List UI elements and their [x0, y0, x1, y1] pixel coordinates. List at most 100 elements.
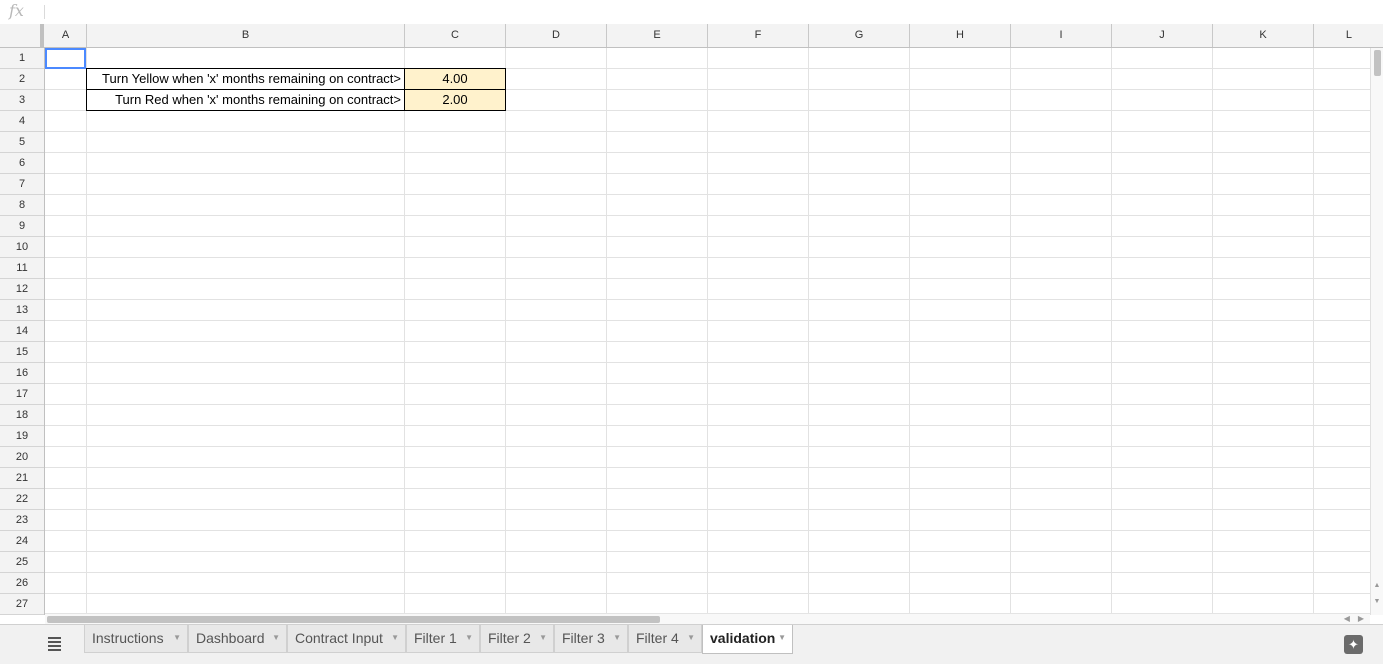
column-header-c[interactable]: C: [405, 24, 506, 47]
caret-down-icon[interactable]: ▼: [272, 625, 280, 651]
selected-cell-a1[interactable]: [45, 48, 86, 69]
formula-bar-divider: [44, 5, 45, 19]
tab-filter-2[interactable]: Filter 2 ▼: [480, 625, 554, 653]
cell-b3[interactable]: Turn Red when 'x' months remaining on co…: [86, 89, 405, 111]
row-header[interactable]: 18: [0, 405, 44, 426]
column-header-k[interactable]: K: [1213, 24, 1314, 47]
scroll-left-icon[interactable]: ◀: [1344, 614, 1350, 623]
scroll-right-icon[interactable]: ▶: [1358, 614, 1364, 623]
grid-line: [45, 173, 1370, 174]
grid-line: [45, 425, 1370, 426]
column-header-g[interactable]: G: [809, 24, 910, 47]
row-header[interactable]: 22: [0, 489, 44, 510]
row-header[interactable]: 11: [0, 258, 44, 279]
cell-grid[interactable]: Turn Yellow when 'x' months remaining on…: [45, 48, 1370, 615]
tab-label: Contract Input: [295, 630, 383, 646]
row-header[interactable]: 21: [0, 468, 44, 489]
horizontal-scrollbar[interactable]: ◀ ▶: [45, 613, 1370, 624]
cell-c3[interactable]: 2.00: [404, 89, 506, 111]
column-header-i[interactable]: I: [1011, 24, 1112, 47]
tab-validation[interactable]: validation ▼: [702, 625, 793, 654]
formula-bar: fx: [0, 0, 1383, 25]
row-header[interactable]: 13: [0, 300, 44, 321]
caret-down-icon[interactable]: ▼: [778, 625, 786, 651]
row-header[interactable]: 12: [0, 279, 44, 300]
tab-filter-4[interactable]: Filter 4 ▼: [628, 625, 702, 653]
row-header[interactable]: 19: [0, 426, 44, 447]
row-header[interactable]: 23: [0, 510, 44, 531]
row-headers: 1 2 3 4 5 6 7 8 9 10 11 12 13 14 15 16 1…: [0, 48, 45, 615]
explore-icon[interactable]: ✦: [1344, 635, 1363, 654]
grid-line: [45, 446, 1370, 447]
all-sheets-icon[interactable]: [46, 635, 64, 653]
column-header-h[interactable]: H: [910, 24, 1011, 47]
row-header[interactable]: 24: [0, 531, 44, 552]
row-header[interactable]: 5: [0, 132, 44, 153]
cell-b2[interactable]: Turn Yellow when 'x' months remaining on…: [86, 68, 405, 90]
caret-down-icon[interactable]: ▼: [391, 625, 399, 651]
vertical-scrollbar[interactable]: ▲ ▼: [1370, 48, 1383, 615]
tab-filter-1[interactable]: Filter 1 ▼: [406, 625, 480, 653]
caret-down-icon[interactable]: ▼: [687, 625, 695, 651]
column-header-j[interactable]: J: [1112, 24, 1213, 47]
scroll-down-icon[interactable]: ▼: [1371, 597, 1383, 607]
grid-line: [45, 152, 1370, 153]
row-header[interactable]: 7: [0, 174, 44, 195]
row-header[interactable]: 10: [0, 237, 44, 258]
row-header[interactable]: 2: [0, 69, 44, 90]
cell-c2[interactable]: 4.00: [404, 68, 506, 90]
fx-icon: fx: [9, 1, 24, 20]
grid-line: [45, 530, 1370, 531]
tab-filter-3[interactable]: Filter 3 ▼: [554, 625, 628, 653]
column-header-b[interactable]: B: [87, 24, 405, 47]
grid-line: [45, 362, 1370, 363]
tab-label: Instructions: [92, 630, 164, 646]
caret-down-icon[interactable]: ▼: [465, 625, 473, 651]
horizontal-scroll-thumb[interactable]: [47, 616, 660, 623]
grid-line: [45, 551, 1370, 552]
grid-line: [45, 236, 1370, 237]
column-header-f[interactable]: F: [708, 24, 809, 47]
grid-line: [45, 257, 1370, 258]
row-header[interactable]: 27: [0, 594, 44, 615]
grid-line: [45, 194, 1370, 195]
caret-down-icon[interactable]: ▼: [539, 625, 547, 651]
row-header[interactable]: 6: [0, 153, 44, 174]
row-header[interactable]: 9: [0, 216, 44, 237]
grid-line: [45, 215, 1370, 216]
grid-line: [45, 299, 1370, 300]
grid-line: [45, 572, 1370, 573]
row-header[interactable]: 3: [0, 90, 44, 111]
column-header-e[interactable]: E: [607, 24, 708, 47]
grid-line: [45, 404, 1370, 405]
row-header[interactable]: 16: [0, 363, 44, 384]
grid-line: [45, 131, 1370, 132]
tab-label: Filter 2: [488, 630, 531, 646]
tab-dashboard[interactable]: Dashboard ▼: [188, 625, 287, 653]
row-header[interactable]: 15: [0, 342, 44, 363]
column-header-l[interactable]: L: [1314, 24, 1383, 47]
vertical-scroll-thumb[interactable]: [1374, 50, 1381, 76]
tab-contract-input[interactable]: Contract Input ▼: [287, 625, 406, 653]
caret-down-icon[interactable]: ▼: [613, 625, 621, 651]
row-header[interactable]: 25: [0, 552, 44, 573]
row-header[interactable]: 8: [0, 195, 44, 216]
row-header[interactable]: 17: [0, 384, 44, 405]
scroll-up-icon[interactable]: ▲: [1371, 581, 1383, 591]
formula-input[interactable]: [52, 3, 1376, 22]
caret-down-icon[interactable]: ▼: [173, 625, 181, 651]
column-header-d[interactable]: D: [506, 24, 607, 47]
grid-line: [45, 509, 1370, 510]
tab-instructions[interactable]: Instructions ▼: [84, 625, 188, 653]
row-header[interactable]: 1: [0, 48, 44, 69]
row-header[interactable]: 4: [0, 111, 44, 132]
row-header[interactable]: 20: [0, 447, 44, 468]
row-header[interactable]: 14: [0, 321, 44, 342]
tab-label: Filter 3: [562, 630, 605, 646]
grid-line: [45, 341, 1370, 342]
row-header[interactable]: 26: [0, 573, 44, 594]
column-header-a[interactable]: A: [45, 24, 87, 47]
tab-label: Dashboard: [196, 630, 265, 646]
sheet-tab-bar: Instructions ▼ Dashboard ▼ Contract Input ▼…: [0, 624, 1383, 664]
select-all-corner[interactable]: [0, 24, 44, 47]
